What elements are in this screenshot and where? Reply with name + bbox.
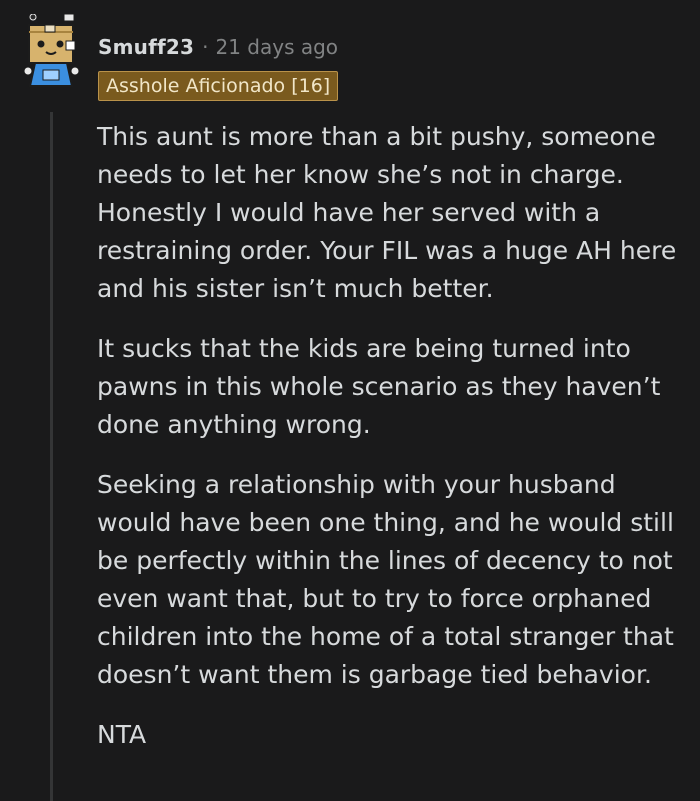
comment-paragraph: This aunt is more than a bit pushy, some… (97, 122, 677, 303)
comment-body: This aunt is more than a bit pushy, some… (97, 118, 687, 776)
meta-separator: · (202, 35, 209, 59)
comment-paragraph: It sucks that the kids are being turned … (97, 334, 661, 439)
username-link[interactable]: Smuff23 (98, 32, 194, 62)
comment-header: Smuff23 · 21 days ago (98, 32, 338, 62)
comment-paragraph: NTA (97, 720, 147, 749)
robot-box-avatar-icon (23, 13, 80, 87)
comment-paragraph: Seeking a relationship with your husband… (97, 470, 674, 689)
comment: Smuff23 · 21 days ago Asshole Aficionado… (0, 0, 700, 801)
user-flair-badge: Asshole Aficionado [16] (98, 71, 339, 101)
comment-timestamp[interactable]: 21 days ago (215, 32, 338, 62)
thread-collapse-line[interactable] (50, 112, 53, 801)
user-avatar[interactable] (20, 13, 84, 88)
